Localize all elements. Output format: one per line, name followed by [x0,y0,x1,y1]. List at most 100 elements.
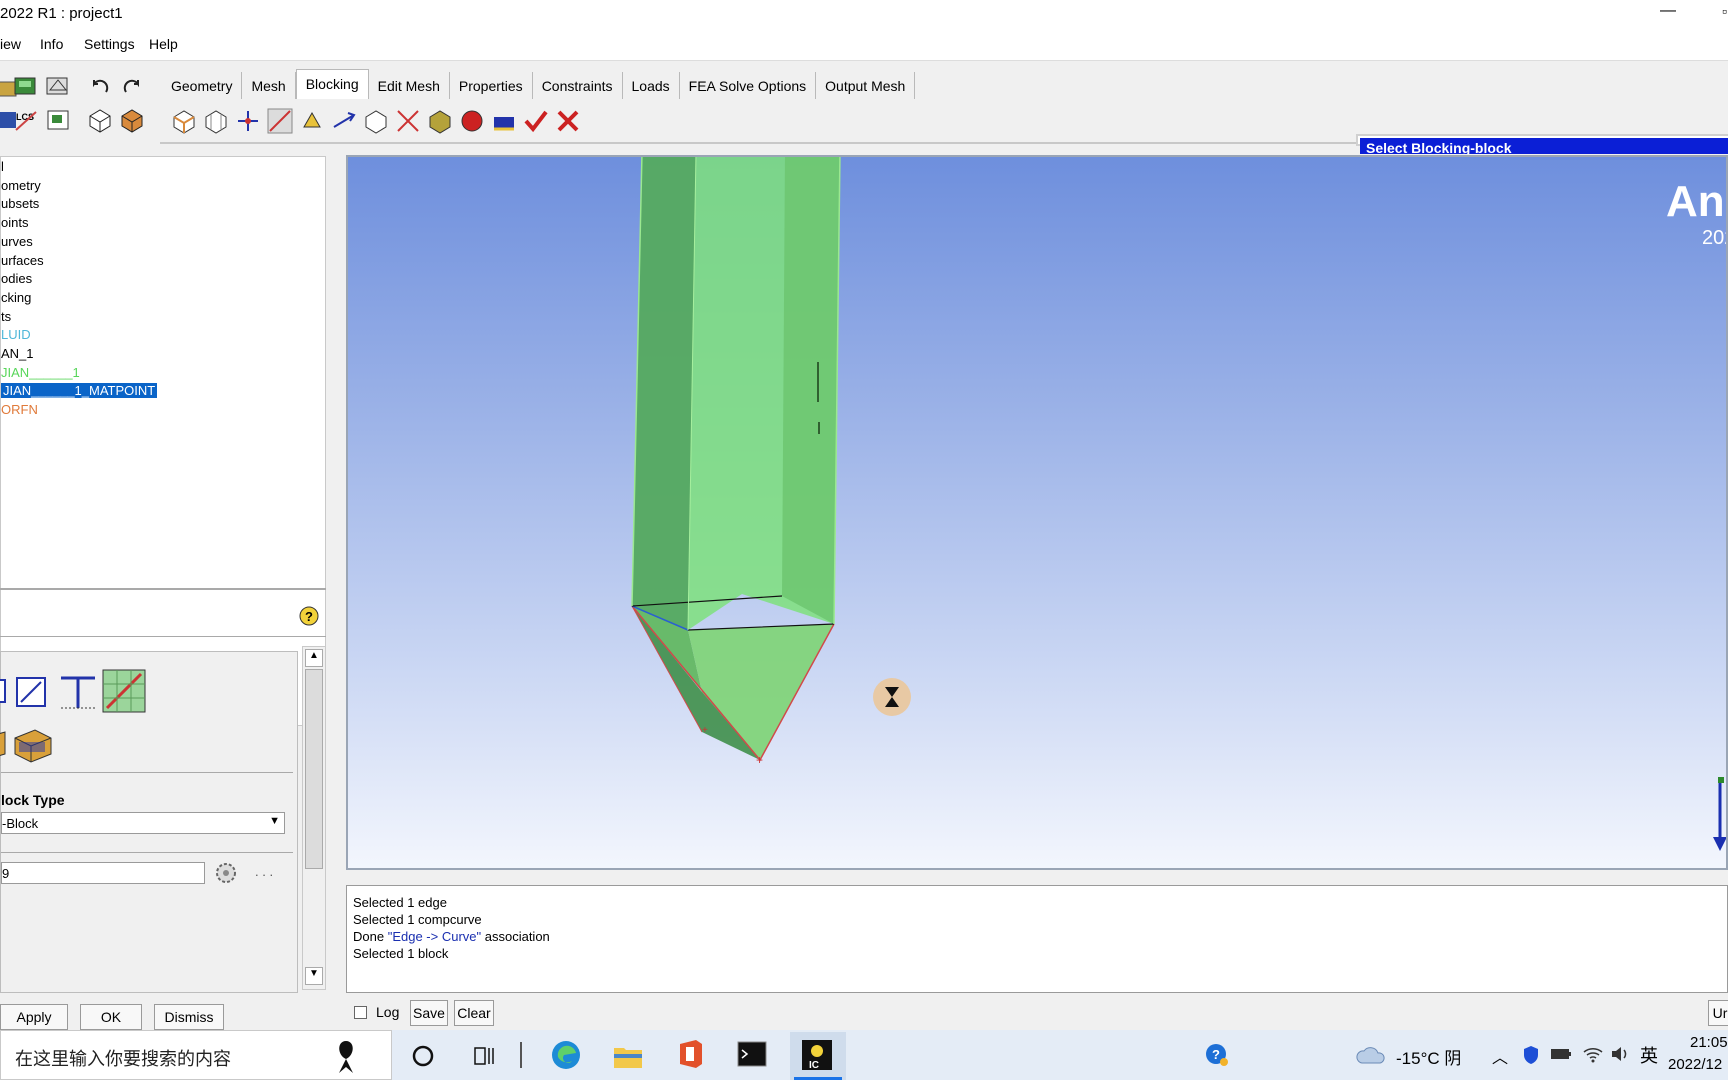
menu-bar: iew Info Settings Help [0,28,1728,61]
tab-loads[interactable]: Loads [622,72,680,99]
tab-fea-solve-options[interactable]: FEA Solve Options [679,72,817,99]
block-from-vertices-icon[interactable] [57,670,99,714]
tree-item[interactable]: cking [1,290,31,305]
svg-text:+: + [756,753,763,767]
help-tray-icon[interactable]: ? [1204,1042,1230,1068]
title-bar: 2022 R1 : project1 — ▫ [0,0,1728,28]
volume-icon[interactable] [1610,1044,1632,1064]
terminal-icon[interactable] [736,1040,768,1068]
tab-blocking[interactable]: Blocking [295,69,369,99]
taskbar: 在这里输入你要搜索的内容 IC ? -15°C 阴 ︿ 英 21:05 2022… [0,1030,1728,1080]
more-options-button[interactable]: . . . [255,864,273,879]
tree-item[interactable]: urves [1,234,33,249]
battery-icon[interactable] [1550,1046,1572,1062]
file-explorer-icon[interactable] [612,1040,644,1070]
pre-mesh-smooth-icon[interactable] [490,107,518,135]
form-scrollbar[interactable]: ▲ ▼ [302,646,326,990]
weather-text[interactable]: -15°C 阴 [1396,1044,1461,1069]
menu-info[interactable]: Info [40,36,63,52]
maximize-button[interactable]: ▫ [1722,3,1727,19]
tree-item[interactable]: ts [1,309,11,324]
select-part-icon[interactable] [213,860,239,886]
tree-item[interactable]: urfaces [1,253,44,268]
tree-item[interactable]: oints [1,215,28,230]
tab-properties[interactable]: Properties [449,72,533,99]
tree-item[interactable]: l [1,159,4,174]
tree-item[interactable]: JIAN______1 [1,365,80,380]
undo-log-button[interactable]: Ur [1708,1000,1728,1026]
select-block-popup: Select Blocking-block [1356,134,1728,154]
check-blocks-icon[interactable] [522,107,550,135]
save-log-button[interactable]: Save [410,1000,448,1026]
tree-item[interactable]: JIAN______1_MATPOINT [1,383,158,399]
scroll-thumb[interactable] [305,669,323,869]
clock-time[interactable]: 21:05 [1690,1034,1728,1051]
input-method-indicator[interactable]: 英 [1640,1042,1658,1068]
chevron-up-icon[interactable]: ︿ [1492,1044,1508,1068]
graphics-viewport[interactable]: + + Ans 202 [346,155,1728,870]
tree-item[interactable]: AN_1 [1,346,34,361]
tree-item[interactable]: ubsets [1,196,39,211]
block-2d-icon[interactable] [0,672,11,712]
chevron-down-icon: ▼ [269,815,280,827]
scroll-down-icon[interactable]: ▼ [305,967,323,985]
part-name-field[interactable]: 9 [1,862,205,884]
menu-settings[interactable]: Settings [84,36,135,52]
office-icon[interactable] [676,1038,706,1070]
tab-output-mesh[interactable]: Output Mesh [816,72,916,99]
cortana-icon[interactable] [410,1043,436,1069]
message-line: Selected 1 compcurve [353,912,482,927]
clock-date[interactable]: 2022/12 [1668,1056,1722,1073]
tree-item[interactable]: odies [1,271,32,286]
menu-help[interactable]: Help [149,36,178,52]
tree-item[interactable]: LUID [1,327,31,342]
undo-icon[interactable] [86,74,114,102]
save-project-icon[interactable] [44,72,72,100]
clear-log-button[interactable]: Clear [454,1000,494,1026]
apply-button[interactable]: Apply [0,1004,68,1030]
tree-item[interactable]: ORFN [1,402,38,417]
menu-view[interactable]: iew [0,36,21,52]
redo-icon[interactable] [118,74,146,102]
svg-text:?: ? [305,609,313,624]
minimize-button[interactable]: — [1660,2,1676,20]
pre-mesh-params-icon[interactable] [426,107,454,135]
view-box-icon[interactable] [86,106,114,134]
edit-block-icon[interactable] [266,107,294,135]
dismiss-button[interactable]: Dismiss [154,1004,224,1030]
edit-edge-icon[interactable] [394,107,422,135]
block-type-select[interactable]: -Block ▼ [1,812,285,834]
tab-geometry[interactable]: Geometry [162,72,243,99]
help-icon[interactable]: ? [298,604,320,628]
axis-triad-icon [1713,777,1726,851]
pre-mesh-quality-icon[interactable] [458,107,486,135]
log-checkbox[interactable] [354,1006,367,1019]
transform-blocks-icon[interactable] [362,107,390,135]
defender-icon[interactable] [1522,1044,1540,1066]
wifi-icon[interactable] [1582,1044,1604,1064]
task-view-icon[interactable] [472,1043,498,1069]
create-block-icon[interactable] [170,107,198,135]
tab-edit-mesh[interactable]: Edit Mesh [368,72,450,99]
edge-browser-icon[interactable] [550,1039,582,1071]
tab-mesh[interactable]: Mesh [242,72,296,99]
measure-icon[interactable] [44,106,72,134]
split-block-icon[interactable] [202,107,230,135]
tree-item[interactable]: ometry [1,178,41,193]
merge-vertices-icon[interactable] [234,107,262,135]
delete-block-icon[interactable] [554,107,582,135]
block-2d-to-3d-icon[interactable] [11,726,55,764]
associate-icon[interactable] [298,107,326,135]
tab-constraints[interactable]: Constraints [532,72,623,99]
scroll-up-icon[interactable]: ▲ [305,649,323,667]
ansys-logo: Ans [1666,177,1726,226]
lcs-icon[interactable]: LCS [12,106,40,134]
block-from-mesh-icon[interactable] [101,668,147,714]
save-geometry-icon[interactable] [12,72,40,100]
block-3d-icon[interactable] [11,670,53,714]
move-vertex-icon[interactable] [330,107,358,135]
ok-button[interactable]: OK [80,1004,142,1030]
icem-cfd-taskbar-button[interactable]: IC [790,1032,846,1080]
solid-box-icon[interactable] [118,106,146,134]
taskbar-search-input[interactable]: 在这里输入你要搜索的内容 [0,1030,392,1080]
